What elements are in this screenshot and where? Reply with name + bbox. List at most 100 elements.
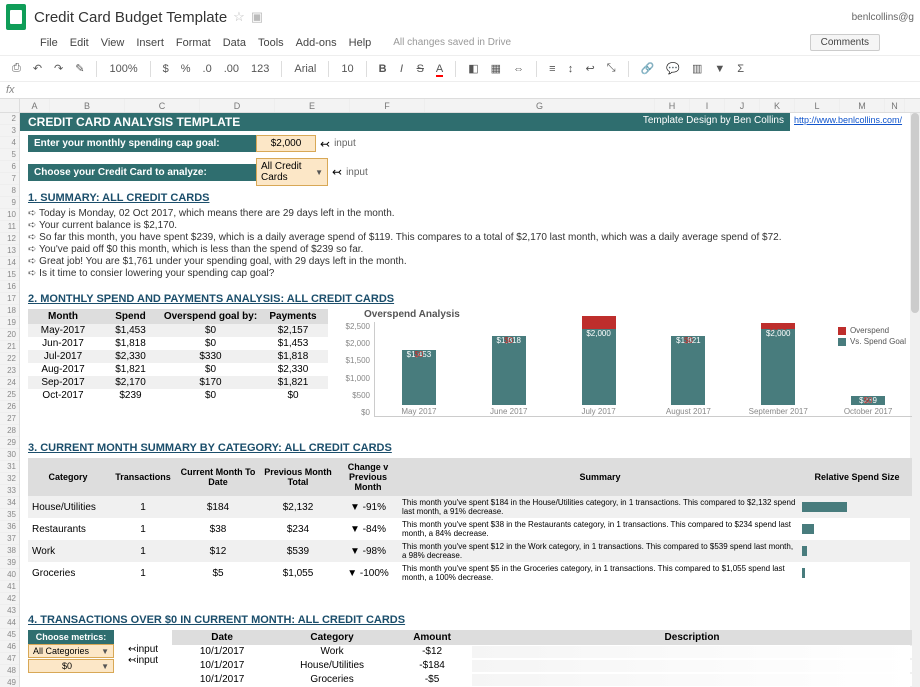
row-header[interactable]: 15 — [0, 269, 19, 281]
row-header[interactable]: 23 — [0, 365, 19, 377]
row-header[interactable]: 48 — [0, 665, 19, 677]
user-email[interactable]: benlcollins@g — [852, 12, 914, 23]
row-header[interactable]: 38 — [0, 545, 19, 557]
zoom-select[interactable]: 100% — [105, 61, 141, 77]
comment-icon[interactable]: 💬 — [662, 60, 684, 77]
row-header[interactable]: 49 — [0, 677, 19, 687]
row-header[interactable]: 12 — [0, 233, 19, 245]
row-header[interactable]: 21 — [0, 341, 19, 353]
card-select-input[interactable]: All Credit Cards ▼ — [256, 158, 328, 186]
menu-insert[interactable]: Insert — [136, 37, 164, 49]
column-header[interactable]: G — [425, 99, 655, 112]
row-header[interactable]: 41 — [0, 581, 19, 593]
row-header[interactable]: 47 — [0, 653, 19, 665]
undo-icon[interactable]: ↶ — [29, 60, 46, 77]
font-select[interactable]: Arial — [290, 61, 320, 77]
redo-icon[interactable]: ↷ — [50, 60, 67, 77]
borders-icon[interactable]: ▦ — [487, 60, 505, 77]
column-header[interactable]: J — [725, 99, 760, 112]
row-header[interactable]: 37 — [0, 533, 19, 545]
spending-cap-input[interactable]: $2,000 — [256, 135, 316, 152]
paint-format-icon[interactable]: ✎ — [71, 60, 88, 77]
row-header[interactable]: 28 — [0, 425, 19, 437]
wrap-icon[interactable]: ↩ — [582, 60, 599, 77]
text-color-button[interactable]: A — [432, 61, 447, 77]
row-header[interactable]: 18 — [0, 305, 19, 317]
row-header[interactable]: 17 — [0, 293, 19, 305]
merge-icon[interactable]: ⇔ — [509, 61, 528, 77]
row-header[interactable]: 20 — [0, 329, 19, 341]
row-header[interactable]: 46 — [0, 641, 19, 653]
comments-button[interactable]: Comments — [810, 34, 880, 51]
menu-file[interactable]: File — [40, 37, 58, 49]
row-header[interactable]: 3 — [0, 125, 19, 137]
menu-data[interactable]: Data — [223, 37, 246, 49]
metric-amount-select[interactable]: $0▼ — [28, 659, 114, 673]
row-header[interactable]: 24 — [0, 377, 19, 389]
column-header[interactable]: F — [350, 99, 425, 112]
halign-icon[interactable]: ≡ — [545, 61, 559, 77]
valign-icon[interactable]: ↕ — [564, 61, 578, 77]
row-header[interactable]: 29 — [0, 437, 19, 449]
row-header[interactable]: 39 — [0, 557, 19, 569]
menu-edit[interactable]: Edit — [70, 37, 89, 49]
print-icon[interactable]: ⎙ — [8, 60, 25, 77]
row-header[interactable]: 31 — [0, 461, 19, 473]
column-header[interactable]: M — [840, 99, 885, 112]
column-header[interactable]: E — [275, 99, 350, 112]
row-header[interactable]: 2 — [0, 113, 19, 125]
row-header[interactable]: 30 — [0, 449, 19, 461]
row-header[interactable]: 42 — [0, 593, 19, 605]
decrease-decimal-button[interactable]: .0 — [199, 61, 216, 77]
row-header[interactable]: 34 — [0, 497, 19, 509]
row-header[interactable]: 13 — [0, 245, 19, 257]
row-header[interactable]: 5 — [0, 149, 19, 161]
star-icon[interactable]: ☆ — [233, 9, 245, 25]
column-header[interactable]: K — [760, 99, 795, 112]
italic-button[interactable]: I — [395, 61, 409, 77]
menu-help[interactable]: Help — [349, 37, 372, 49]
folder-icon[interactable]: ▣ — [251, 9, 263, 25]
row-header[interactable]: 44 — [0, 617, 19, 629]
column-header[interactable]: A — [20, 99, 50, 112]
row-header[interactable]: 32 — [0, 473, 19, 485]
row-header[interactable]: 16 — [0, 281, 19, 293]
column-header[interactable]: C — [125, 99, 200, 112]
row-header[interactable]: 36 — [0, 521, 19, 533]
filter-icon[interactable]: ▼ — [710, 61, 729, 77]
currency-button[interactable]: $ — [159, 61, 173, 77]
author-link[interactable]: http://www.benlcollins.com/ — [790, 113, 920, 131]
column-header[interactable]: I — [690, 99, 725, 112]
row-header[interactable]: 33 — [0, 485, 19, 497]
number-format-button[interactable]: 123 — [247, 61, 273, 77]
menu-tools[interactable]: Tools — [258, 37, 284, 49]
row-header[interactable]: 35 — [0, 509, 19, 521]
row-header[interactable]: 27 — [0, 413, 19, 425]
row-header[interactable]: 6 — [0, 161, 19, 173]
row-header[interactable]: 7 — [0, 173, 19, 185]
column-header[interactable]: N — [885, 99, 905, 112]
row-header[interactable]: 8 — [0, 185, 19, 197]
strike-button[interactable]: S — [413, 61, 428, 77]
row-header[interactable]: 26 — [0, 401, 19, 413]
percent-button[interactable]: % — [177, 61, 195, 77]
chart-icon[interactable]: ▥ — [688, 60, 706, 77]
font-size-select[interactable]: 10 — [337, 61, 357, 77]
link-icon[interactable]: 🔗 — [637, 60, 659, 77]
rotate-icon[interactable]: ⤡ — [603, 60, 620, 77]
bold-button[interactable]: B — [375, 61, 391, 77]
menu-view[interactable]: View — [101, 37, 125, 49]
row-header[interactable]: 19 — [0, 317, 19, 329]
row-header[interactable]: 11 — [0, 221, 19, 233]
row-header[interactable]: 9 — [0, 197, 19, 209]
column-header[interactable]: B — [50, 99, 125, 112]
column-header[interactable]: D — [200, 99, 275, 112]
row-header[interactable]: 40 — [0, 569, 19, 581]
row-header[interactable]: 10 — [0, 209, 19, 221]
row-header[interactable]: 43 — [0, 605, 19, 617]
menu-format[interactable]: Format — [176, 37, 211, 49]
sheets-logo-icon[interactable] — [6, 4, 26, 30]
row-header[interactable]: 14 — [0, 257, 19, 269]
menu-addons[interactable]: Add-ons — [296, 37, 337, 49]
row-header[interactable]: 25 — [0, 389, 19, 401]
